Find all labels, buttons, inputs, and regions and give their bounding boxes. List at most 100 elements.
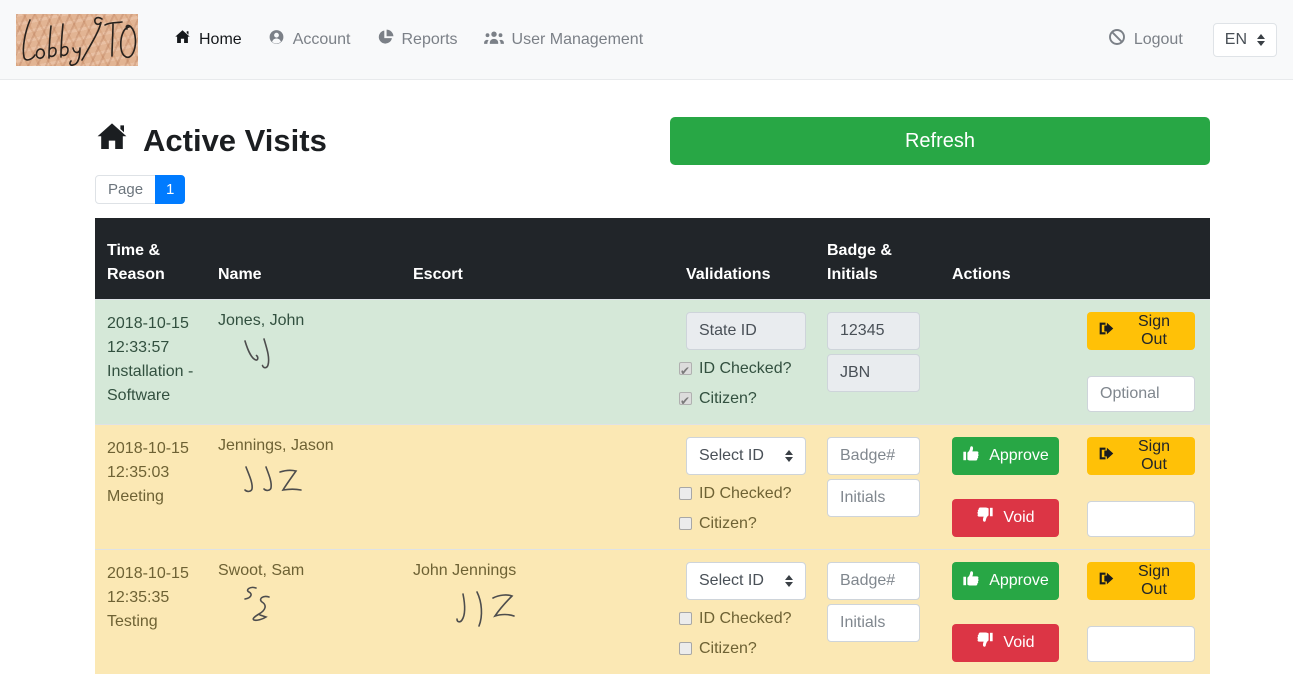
- sign-out-button[interactable]: Sign Out: [1087, 312, 1195, 350]
- badge-initials-cell: [815, 299, 940, 424]
- validations-cell: State ID ID Checked? Citizen?: [674, 299, 815, 424]
- main-nav: Home Account Reports: [164, 21, 653, 58]
- users-icon: [484, 30, 504, 50]
- nav-item-label: Home: [199, 31, 242, 49]
- nav-item-label: Account: [293, 31, 351, 49]
- citizen-checkbox[interactable]: [679, 642, 692, 655]
- visitor-name: Jennings, Jason: [218, 437, 389, 455]
- logo-handwriting: [16, 14, 138, 66]
- initials-input[interactable]: [827, 479, 920, 517]
- col-header-time-reason: Time & Reason: [95, 218, 206, 299]
- approve-button[interactable]: Approve: [952, 437, 1059, 475]
- visit-row-pending: 2018-10-15 12:35:03 Meeting Jennings, Ja…: [95, 424, 1210, 549]
- badge-number-input[interactable]: [827, 437, 920, 475]
- visitor-name: Jones, John: [218, 312, 389, 330]
- home-icon: [174, 29, 191, 50]
- thumbs-up-icon: [962, 444, 980, 467]
- void-button[interactable]: Void: [952, 624, 1059, 662]
- language-value: EN: [1225, 31, 1247, 49]
- app-logo[interactable]: [16, 14, 138, 66]
- main-content: Active Visits Refresh Page 1 Time & Reas…: [95, 117, 1210, 674]
- nav-item-home[interactable]: Home: [164, 21, 252, 58]
- citizen-checkbox[interactable]: [679, 517, 692, 530]
- page-head: Active Visits Refresh: [95, 117, 1210, 165]
- note-input[interactable]: [1087, 501, 1195, 537]
- sign-out-label: Sign Out: [1123, 563, 1185, 599]
- sign-out-button[interactable]: Sign Out: [1087, 437, 1195, 475]
- time-reason-cell: 2018-10-15 12:33:57 Installation - Softw…: [95, 299, 206, 424]
- col-header-name: Name: [206, 218, 401, 299]
- pagination-page-1[interactable]: 1: [155, 175, 185, 204]
- citizen-row: Citizen?: [679, 638, 803, 660]
- escort-cell: [401, 424, 674, 549]
- name-cell: Swoot, Sam: [206, 549, 401, 674]
- id-type-select-value: Select ID: [699, 572, 764, 590]
- visit-time: 12:35:03: [107, 461, 194, 485]
- id-checked-checkbox[interactable]: [679, 487, 692, 500]
- navbar-right: Logout EN: [1098, 20, 1277, 59]
- nav-item-label: Reports: [402, 31, 458, 49]
- approve-void-cell: Approve Void: [940, 424, 1075, 549]
- escort-cell: [401, 299, 674, 424]
- citizen-label: Citizen?: [699, 388, 757, 410]
- visit-reason: Meeting: [107, 485, 194, 509]
- initials-input[interactable]: [827, 604, 920, 642]
- id-checked-checkbox[interactable]: [679, 362, 692, 375]
- nav-item-account[interactable]: Account: [258, 21, 361, 58]
- approve-void-cell: [940, 299, 1075, 424]
- id-type-display: State ID: [686, 312, 806, 350]
- table-header: Time & Reason Name Escort Validations Ba…: [95, 218, 1210, 299]
- visit-reason: Testing: [107, 610, 194, 634]
- optional-note-input[interactable]: [1087, 376, 1195, 412]
- id-type-select[interactable]: Select ID: [686, 437, 806, 475]
- id-type-select-value: Select ID: [699, 447, 764, 465]
- visit-date: 2018-10-15: [107, 562, 194, 586]
- name-cell: Jones, John: [206, 299, 401, 424]
- id-checked-label: ID Checked?: [699, 608, 792, 630]
- nav-item-reports[interactable]: Reports: [367, 21, 468, 58]
- top-navbar: Home Account Reports: [0, 0, 1293, 80]
- home-icon: [95, 121, 129, 161]
- citizen-row: Citizen?: [679, 513, 803, 535]
- signout-cell: Sign Out: [1075, 299, 1210, 424]
- nav-item-user-management[interactable]: User Management: [474, 22, 654, 58]
- time-reason-cell: 2018-10-15 12:35:03 Meeting: [95, 424, 206, 549]
- escort-name: John Jennings: [413, 562, 662, 580]
- col-header-actions: Actions: [940, 218, 1210, 299]
- sign-out-label: Sign Out: [1123, 438, 1185, 474]
- citizen-checkbox[interactable]: [679, 392, 692, 405]
- approve-button[interactable]: Approve: [952, 562, 1059, 600]
- badge-number-input[interactable]: [827, 312, 920, 350]
- id-checked-checkbox[interactable]: [679, 612, 692, 625]
- visitor-signature: [238, 465, 318, 501]
- refresh-button[interactable]: Refresh: [670, 117, 1210, 165]
- validations-cell: Select ID ID Checked? Citizen?: [674, 549, 815, 674]
- thumbs-down-icon: [976, 506, 994, 529]
- logout-link[interactable]: Logout: [1098, 20, 1193, 59]
- sign-out-icon: [1097, 445, 1114, 467]
- col-header-validations: Validations: [674, 218, 815, 299]
- chart-pie-icon: [377, 29, 394, 50]
- visitor-name: Swoot, Sam: [218, 562, 389, 580]
- language-select[interactable]: EN: [1213, 23, 1277, 57]
- sign-out-button[interactable]: Sign Out: [1087, 562, 1195, 600]
- id-type-select[interactable]: Select ID: [686, 562, 806, 600]
- select-arrows-icon: [785, 575, 793, 587]
- badge-number-input[interactable]: [827, 562, 920, 600]
- active-visits-table: Time & Reason Name Escort Validations Ba…: [95, 218, 1210, 674]
- initials-input[interactable]: [827, 354, 920, 392]
- void-label: Void: [1003, 509, 1034, 527]
- nav-item-label: User Management: [512, 31, 644, 49]
- validations-cell: Select ID ID Checked? Citizen?: [674, 424, 815, 549]
- time-reason-cell: 2018-10-15 12:35:35 Testing: [95, 549, 206, 674]
- visitor-signature: [238, 584, 290, 632]
- sign-out-icon: [1097, 570, 1114, 592]
- name-cell: Jennings, Jason: [206, 424, 401, 549]
- sign-out-icon: [1097, 320, 1114, 342]
- escort-signature: [455, 590, 525, 640]
- note-input[interactable]: [1087, 626, 1195, 662]
- citizen-label: Citizen?: [699, 638, 757, 660]
- visit-time: 12:35:35: [107, 586, 194, 610]
- void-button[interactable]: Void: [952, 499, 1059, 537]
- pagination-label[interactable]: Page: [95, 175, 156, 204]
